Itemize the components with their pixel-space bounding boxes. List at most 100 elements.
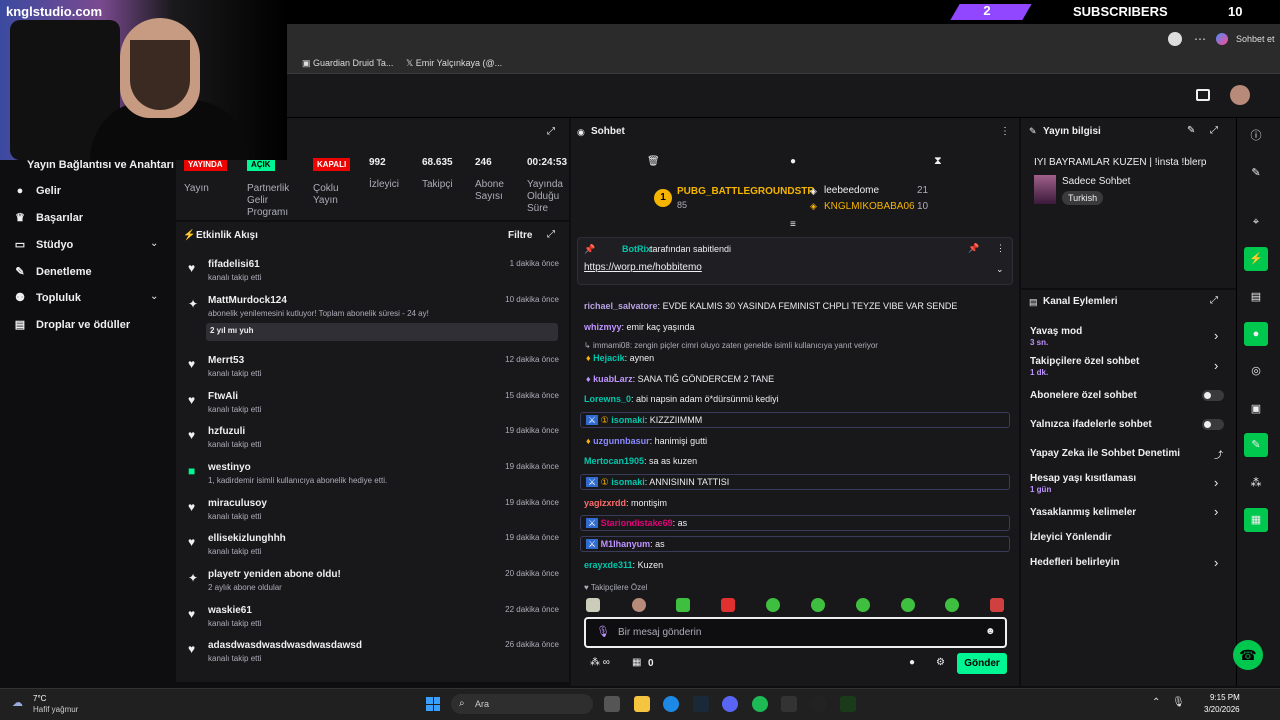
chevron-right-icon[interactable]: › [1214,358,1218,373]
chat-user[interactable]: richael_salvatore [584,301,658,311]
weather-icon[interactable]: ☁ [12,696,23,709]
chat-user[interactable]: Hejacik [593,353,625,363]
wrench-icon[interactable]: ✎ [1244,433,1268,457]
collapse-icon[interactable]: ≡ [790,219,796,230]
sidebar-item-basarilar[interactable]: ♛ Başarılar [14,211,83,225]
activity-item[interactable]: ♥ fifadelisi61 kanalı takip etti 1 dakik… [184,259,559,295]
trash-icon[interactable]: 🗑 [647,156,660,167]
boost-icon[interactable]: ⚡ [1244,247,1268,271]
category-name[interactable]: Sadece Sohbet [1062,176,1130,187]
help-icon[interactable]: ☎ [1233,640,1263,670]
clapper-icon[interactable]: ▦ [1244,508,1268,532]
chat-user[interactable]: isomaki [611,415,645,425]
language-tag[interactable]: Turkish [1062,191,1104,205]
chevron-right-icon[interactable]: › [1214,504,1218,519]
steam-icon[interactable] [693,696,709,712]
task-view-icon[interactable] [604,696,620,712]
ai-mod-label[interactable]: Yapay Zeka ile Sohbet Denetimi [1030,448,1180,459]
emote-icon[interactable] [856,598,870,612]
unpin-icon[interactable]: 📌 [968,243,979,254]
leader-3-name[interactable]: KNGLMIKOBABA06 [824,201,915,212]
emote-icon[interactable] [766,598,780,612]
chat-user[interactable]: whizmyy [584,322,622,332]
followers-chat-label[interactable]: Takipçilere özel sohbet [1030,356,1139,367]
emote-icon[interactable] [721,598,735,612]
more-vertical-icon[interactable]: ⋮ [996,243,1005,254]
chat-user[interactable]: erayxde311 [584,560,633,570]
pinned-link[interactable]: https://worp.me/hobbitemo [584,262,702,273]
clip-icon[interactable]: ⌖ [1244,210,1268,234]
edit-icon[interactable]: ✎ [1187,125,1195,136]
chat-bubble-icon[interactable]: ● [909,657,915,668]
clock-time[interactable]: 9:15 PM [1210,693,1240,702]
broadcast-icon[interactable]: ◎ [1244,359,1268,383]
send-button[interactable]: Gönder [957,653,1007,674]
mic-icon[interactable]: 🎙 [1172,697,1185,708]
emote-icon[interactable] [811,598,825,612]
emote-icon[interactable] [632,598,646,612]
gift-icon[interactable]: ▦ [632,657,641,668]
filter-button[interactable]: Filtre [508,230,532,241]
activity-item[interactable]: ♥ hzfuzuli kanalı takip etti 19 dakika ö… [184,426,559,462]
sidebar-item-gelir[interactable]: ● Gelir [14,185,61,197]
subs-chat-toggle[interactable] [1202,390,1224,401]
activity-item[interactable]: ✦ playetr yeniden abone oldu! 2 aylık ab… [184,569,559,605]
activity-item[interactable]: ■ westinyo 1, kadirdemir isimli kullanıc… [184,462,559,498]
activity-item[interactable]: ♥ miraculusoy kanalı takip etti 19 dakik… [184,498,559,534]
leader-2-name[interactable]: leebeedome [824,185,879,196]
chat-user[interactable]: Mertocan1905 [584,456,644,466]
chat-user[interactable]: Stariondistake69 [601,518,673,528]
chevron-right-icon[interactable]: › [1214,555,1218,570]
sidebar-item-denetleme[interactable]: ✎ Denetleme [14,265,91,279]
popout-icon[interactable]: ⤢ [547,229,555,240]
popout-icon[interactable]: ⤢ [1210,125,1218,136]
info-icon[interactable]: ⓘ [1244,124,1268,148]
banned-words-label[interactable]: Yasaklanmış kelimeler [1030,507,1136,518]
chat-icon[interactable]: ● [1244,322,1268,346]
more-vertical-icon[interactable]: ⋮ [1000,126,1010,137]
emote-icon[interactable] [990,598,1004,612]
chevron-up-icon[interactable]: ⌃ [1152,697,1160,708]
slow-mode-label[interactable]: Yavaş mod [1030,326,1082,337]
activity-item[interactable]: ♥ ellisekizlunghhh kanalı takip etti 19 … [184,533,559,569]
gear-icon[interactable]: ⚙ [936,657,945,668]
popout-icon[interactable]: ⤢ [1210,295,1218,306]
emote-chat-toggle[interactable] [1202,419,1224,430]
hourglass-icon[interactable]: ⧗ [934,155,942,168]
emote-icon[interactable] [676,598,690,612]
raid-label[interactable]: İzleyici Yönlendir [1030,532,1112,543]
account-age-label[interactable]: Hesap yaşı kısıtlaması [1030,473,1136,484]
copilot-icon[interactable] [1216,33,1228,45]
obs-icon[interactable] [811,696,827,712]
community-icon[interactable]: ⁂ [1244,471,1268,495]
edge-icon[interactable] [663,696,679,712]
emote-icon[interactable] [901,598,915,612]
chat-user[interactable]: Lorewns_0 [584,394,631,404]
pinned-by[interactable]: BotRix [622,244,651,254]
activity-item[interactable]: ✦ MattMurdock124 abonelik yenilemesini k… [184,295,559,347]
emote-icon[interactable] [586,598,600,612]
popout-icon[interactable]: ⤢ [547,126,555,137]
windows-start-icon[interactable] [426,697,440,711]
file-explorer-icon[interactable] [634,696,650,712]
chat-icon[interactable]: ● [790,156,796,167]
goals-label[interactable]: Hedefleri belirleyin [1030,557,1119,568]
clock-date[interactable]: 3/20/2026 [1204,705,1240,714]
app-icon[interactable] [840,696,856,712]
pencil-icon[interactable]: ✎ [1244,161,1268,185]
sidebar-section-title[interactable]: Yayın Bağlantısı ve Anahtarı [27,159,174,171]
chat-user[interactable]: yagizxrdd [584,498,626,508]
stream-manager-icon[interactable] [1196,89,1210,101]
chat-user[interactable]: M1lhanyum [601,539,651,549]
chat-button[interactable]: Sohbet et [1236,34,1275,44]
layout-icon[interactable]: ▣ [1244,397,1268,421]
chat-user[interactable]: kuabLarz [593,374,633,384]
channel-points-icon[interactable]: ⁂ ∞ [590,657,610,668]
activity-item[interactable]: ♥ adasdwasdwasdwasdwasdawsd kanalı takip… [184,640,559,676]
avatar[interactable] [1230,85,1250,105]
chevron-down-icon[interactable]: ⌄ [996,264,1004,275]
spotify-icon[interactable] [752,696,768,712]
chevron-right-icon[interactable]: › [1214,328,1218,343]
bookmark-guardian[interactable]: ▣ Guardian Druid Ta... [302,58,393,69]
app-icon[interactable] [781,696,797,712]
